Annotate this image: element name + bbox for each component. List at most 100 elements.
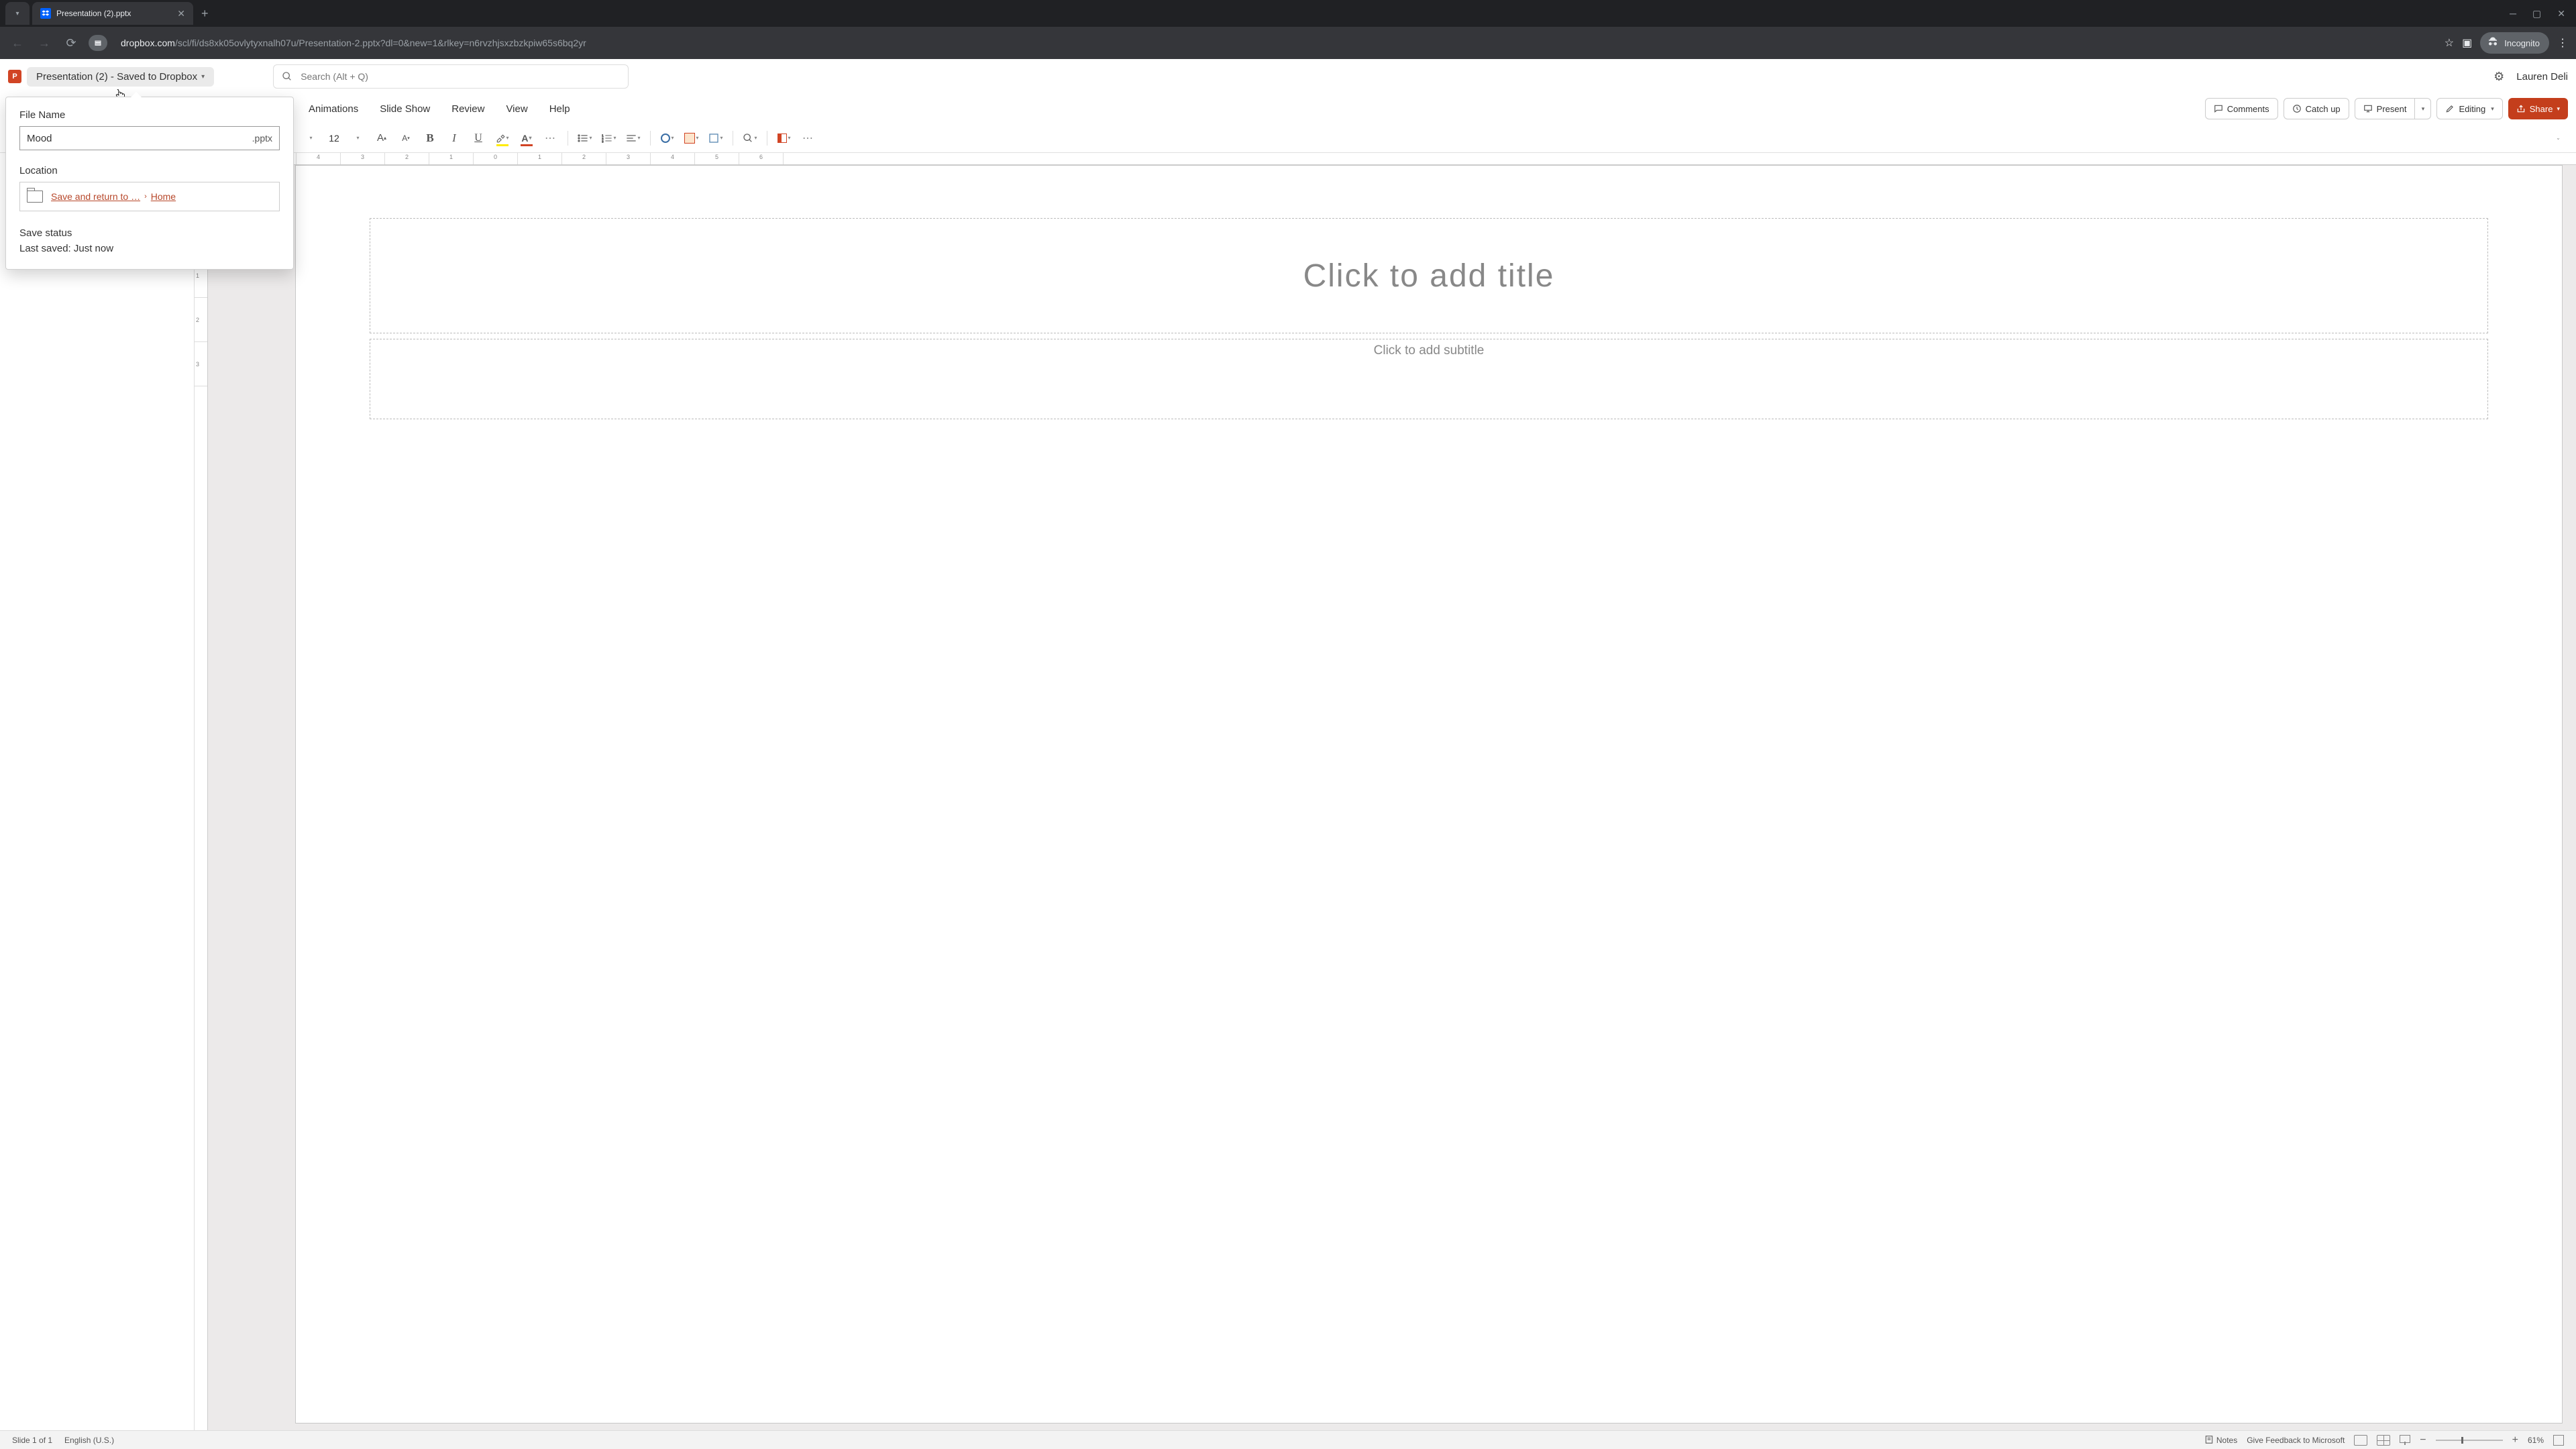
share-icon <box>2516 104 2526 113</box>
catch-up-button[interactable]: Catch up <box>2284 98 2349 119</box>
highlight-icon <box>496 133 505 143</box>
shape-icon <box>661 133 670 143</box>
increase-font-button[interactable]: A▴ <box>372 128 392 148</box>
file-name-popup: File Name .pptx Location Save and return… <box>5 97 294 270</box>
tab-search-button[interactable]: ▾ <box>5 2 30 25</box>
menu-slide-show[interactable]: Slide Show <box>370 99 439 119</box>
path-link-home[interactable]: Home <box>151 191 176 202</box>
side-panel-icon[interactable]: ▣ <box>2462 36 2472 50</box>
powerpoint-logo-icon: P <box>8 70 21 83</box>
window-controls: ─ ▢ ✕ <box>2510 8 2571 19</box>
feedback-link[interactable]: Give Feedback to Microsoft <box>2247 1436 2345 1445</box>
incognito-label: Incognito <box>2504 38 2540 48</box>
browser-toolbar: ← → ⟳ dropbox.com/scl/fi/ds8xk05ovlytyxn… <box>0 27 2576 59</box>
menu-help[interactable]: Help <box>540 99 580 119</box>
file-name-label: File Name <box>19 109 280 121</box>
toolbar-overflow-button[interactable]: ⋯ <box>798 128 818 148</box>
reload-button[interactable]: ⟳ <box>62 36 80 50</box>
pencil-icon <box>2445 104 2455 113</box>
align-button[interactable]: ▾ <box>623 128 643 148</box>
font-color-button[interactable]: A▾ <box>517 128 537 148</box>
address-bar[interactable]: dropbox.com/scl/fi/ds8xk05ovlytyxnalh07u… <box>115 38 2436 48</box>
ribbon-toggle-button[interactable]: ⌄ <box>2548 128 2568 148</box>
formatting-toolbar: ▾ 12 ▾ A▴ A▾ B I U ▾ A▾ ⋯ ▾ 123 ▾ ▾ ▾ ▾ <box>0 123 2576 153</box>
notes-button[interactable]: Notes <box>2204 1435 2237 1445</box>
slide[interactable]: Click to add title Click to add subtitle <box>295 165 2563 1424</box>
layout-button[interactable]: ▾ <box>774 128 794 148</box>
document-title-dropdown[interactable]: Presentation (2) - Saved to Dropbox ▾ <box>27 67 214 87</box>
horizontal-ruler: 6 5 4 3 2 1 0 1 2 3 4 5 6 <box>208 153 2576 165</box>
editing-mode-button[interactable]: Editing ▾ <box>2436 98 2502 119</box>
slide-thumbnail-panel[interactable] <box>0 153 195 1430</box>
present-button[interactable]: Present ▾ <box>2355 98 2432 119</box>
save-status-label: Save status <box>19 227 280 239</box>
highlight-button[interactable]: ▾ <box>492 128 513 148</box>
back-button[interactable]: ← <box>8 36 27 50</box>
incognito-badge[interactable]: Incognito <box>2480 32 2549 54</box>
forward-button[interactable]: → <box>35 36 54 50</box>
font-dropdown[interactable]: ▾ <box>301 128 321 148</box>
dropbox-icon <box>40 8 51 19</box>
menu-view[interactable]: View <box>496 99 537 119</box>
user-name[interactable]: Lauren Deli <box>2516 71 2568 83</box>
new-tab-button[interactable]: + <box>201 7 209 21</box>
slide-sorter-button[interactable] <box>2377 1435 2390 1446</box>
bold-button[interactable]: B <box>420 128 440 148</box>
close-window-button[interactable]: ✕ <box>2557 8 2565 19</box>
normal-view-button[interactable] <box>2354 1435 2367 1446</box>
font-size-input[interactable]: 12 <box>325 128 343 148</box>
file-name-input[interactable] <box>27 133 252 144</box>
slide-subtitle-placeholder[interactable]: Click to add subtitle <box>370 339 2488 419</box>
menu-animations[interactable]: Animations <box>299 99 368 119</box>
layout-icon <box>777 133 787 143</box>
zoom-slider[interactable] <box>2436 1440 2503 1441</box>
search-input[interactable]: Search (Alt + Q) <box>273 64 629 89</box>
settings-icon[interactable]: ⚙ <box>2493 70 2504 84</box>
slideshow-view-button[interactable] <box>2400 1435 2410 1446</box>
present-dropdown[interactable]: ▾ <box>2415 98 2431 119</box>
numbering-button[interactable]: 123 ▾ <box>599 128 619 148</box>
slide-title-text: Click to add title <box>1303 258 1555 294</box>
more-formatting-button[interactable]: ⋯ <box>541 128 561 148</box>
incognito-icon <box>2487 36 2499 50</box>
browser-tab[interactable]: Presentation (2).pptx ✕ <box>32 2 193 25</box>
menu-review[interactable]: Review <box>442 99 494 119</box>
browser-menu-icon[interactable]: ⋮ <box>2557 36 2568 50</box>
fit-to-window-button[interactable] <box>2553 1435 2564 1446</box>
chevron-right-icon: › <box>144 193 147 201</box>
slide-title-placeholder[interactable]: Click to add title <box>370 218 2488 333</box>
share-button[interactable]: Share ▾ <box>2508 98 2568 119</box>
bookmark-icon[interactable]: ☆ <box>2445 36 2454 50</box>
italic-button[interactable]: I <box>444 128 464 148</box>
search-placeholder: Search (Alt + Q) <box>301 71 368 82</box>
shape-fill-button[interactable]: ▾ <box>682 128 702 148</box>
comments-button[interactable]: Comments <box>2205 98 2278 119</box>
font-size-dropdown[interactable]: ▾ <box>347 128 368 148</box>
tab-close-icon[interactable]: ✕ <box>177 8 185 19</box>
language-indicator[interactable]: English (U.S.) <box>64 1436 114 1445</box>
location-label: Location <box>19 165 280 176</box>
catch-up-icon <box>2292 104 2302 113</box>
zoom-level[interactable]: 61% <box>2528 1436 2544 1445</box>
file-name-field[interactable]: .pptx <box>19 126 280 150</box>
align-icon <box>626 133 637 143</box>
chevron-down-icon: ▾ <box>201 73 205 80</box>
find-button[interactable]: ▾ <box>740 128 760 148</box>
bullets-button[interactable]: ▾ <box>575 128 595 148</box>
maximize-button[interactable]: ▢ <box>2532 8 2541 19</box>
path-link-save-return[interactable]: Save and return to … <box>51 191 140 202</box>
minimize-button[interactable]: ─ <box>2510 8 2516 19</box>
shapes-button[interactable]: ▾ <box>657 128 678 148</box>
decrease-font-button[interactable]: A▾ <box>396 128 416 148</box>
underline-button[interactable]: U <box>468 128 488 148</box>
browser-tab-strip: ▾ Presentation (2).pptx ✕ + ─ ▢ ✕ <box>0 0 2576 27</box>
location-box[interactable]: Save and return to … › Home <box>19 182 280 211</box>
folder-icon <box>27 191 43 203</box>
zoom-out-button[interactable]: − <box>2420 1434 2426 1446</box>
slide-counter[interactable]: Slide 1 of 1 <box>12 1436 52 1445</box>
zoom-in-button[interactable]: + <box>2512 1434 2518 1446</box>
status-bar: Slide 1 of 1 English (U.S.) Notes Give F… <box>0 1430 2576 1449</box>
site-info-button[interactable] <box>89 35 107 51</box>
find-icon <box>743 133 753 144</box>
shape-outline-button[interactable]: ▾ <box>706 128 726 148</box>
